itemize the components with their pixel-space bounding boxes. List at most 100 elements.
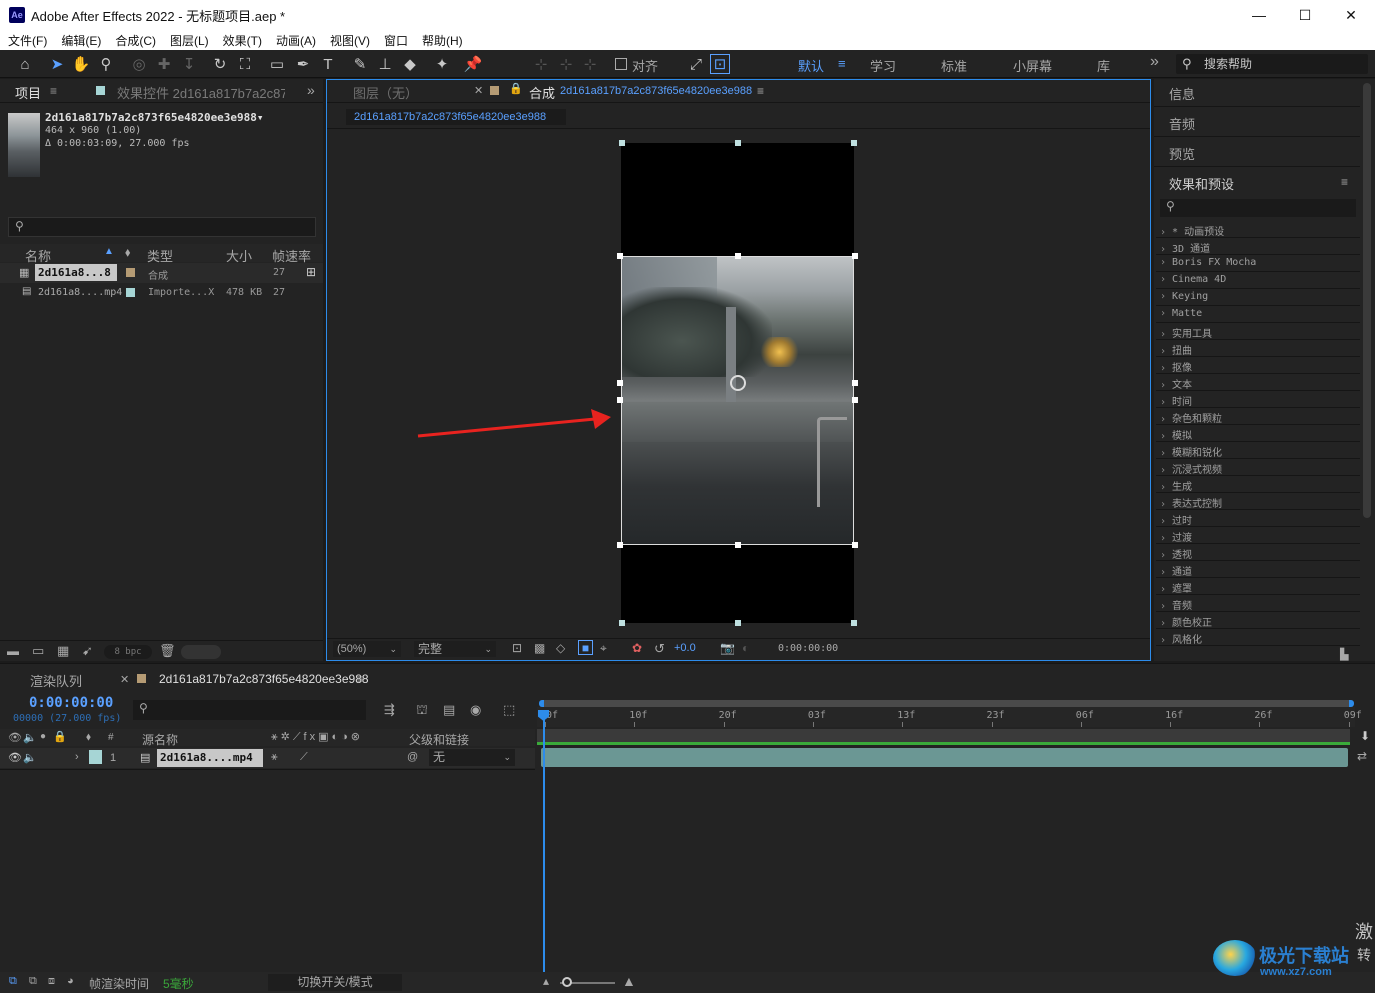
- video-toggle-icon[interactable]: 👁: [8, 731, 22, 744]
- bit-depth-button[interactable]: 8 bpc: [104, 645, 152, 659]
- effect-category-item[interactable]: Cinema 4D: [1160, 274, 1226, 285]
- layer-label-color[interactable]: [89, 750, 102, 764]
- channels-icon[interactable]: ✿: [632, 641, 642, 655]
- tab-comp-name[interactable]: 2d161a817b7a2c873f65e4820ee3e988: [560, 85, 752, 97]
- work-area[interactable]: [537, 729, 1350, 743]
- close-button[interactable]: ✕: [1328, 0, 1374, 30]
- anchor-tool-icon[interactable]: ⛶: [235, 54, 255, 74]
- comp-timecode[interactable]: 0:00:00:00: [778, 643, 838, 654]
- show-snapshot-icon[interactable]: ◐: [742, 641, 749, 655]
- panel-info[interactable]: 信息: [1169, 84, 1195, 103]
- audio-speaker-icon[interactable]: 🔈: [23, 751, 37, 764]
- pick-whip-icon[interactable]: @: [407, 751, 418, 763]
- work-area-bar[interactable]: [539, 700, 1354, 707]
- interpret-footage-icon[interactable]: ▬: [7, 644, 19, 658]
- new-folder-icon[interactable]: ▭: [32, 643, 44, 659]
- audio-toggle-icon[interactable]: 🔈: [23, 731, 37, 744]
- grid-guides-icon[interactable]: ⌖: [600, 641, 607, 656]
- tab-render-queue[interactable]: 渲染队列: [30, 671, 82, 690]
- workspace-standard[interactable]: 标准: [941, 56, 967, 75]
- brush-tool-icon[interactable]: ✎: [350, 54, 370, 74]
- effect-category-item[interactable]: Matte: [1160, 308, 1202, 319]
- panel-menu-icon[interactable]: ≡: [50, 84, 57, 98]
- tab-layer[interactable]: 图层（无）: [353, 83, 418, 102]
- handle[interactable]: [617, 397, 623, 403]
- effect-category-item[interactable]: 模拟: [1160, 427, 1192, 442]
- flowchart-icon[interactable]: ⊞: [306, 265, 316, 279]
- row-name[interactable]: 2d161a8....mp4: [38, 287, 122, 298]
- tab-project[interactable]: 项目: [15, 83, 41, 102]
- exposure-value[interactable]: +0.0: [674, 642, 696, 654]
- label-tag-icon[interactable]: ⬧: [125, 245, 130, 260]
- clone-stamp-icon[interactable]: ⊥: [375, 54, 395, 74]
- effect-category-item[interactable]: 模糊和锐化: [1160, 444, 1222, 459]
- solo-icon[interactable]: ●: [40, 731, 46, 742]
- handle[interactable]: [619, 140, 625, 146]
- effect-category-item[interactable]: 沉浸式视频: [1160, 461, 1222, 476]
- effect-category-item[interactable]: 遮罩: [1160, 580, 1192, 595]
- panel-preview[interactable]: 预览: [1169, 144, 1195, 163]
- menu-composition[interactable]: 合成(C): [115, 32, 156, 49]
- snapshot-icon[interactable]: 📷: [720, 641, 735, 655]
- shy-switch-icon[interactable]: ⚹: [271, 751, 278, 764]
- effect-category-item[interactable]: 实用工具: [1160, 325, 1212, 340]
- pen-tool-icon[interactable]: ✒: [293, 54, 313, 74]
- layer-duration-bar[interactable]: [541, 748, 1348, 767]
- current-time[interactable]: 0:00:00:00: [29, 695, 113, 711]
- handle[interactable]: [617, 542, 623, 548]
- lock-icon[interactable]: 🔒: [509, 82, 523, 95]
- in-out-icon[interactable]: ⧈: [48, 975, 55, 988]
- snap-features-icon[interactable]: ⊡: [710, 54, 730, 74]
- graph-editor-icon[interactable]: ⬚: [503, 702, 515, 718]
- effect-category-item[interactable]: 过时: [1160, 512, 1192, 527]
- timeline-search-input[interactable]: ⚲: [133, 700, 366, 720]
- menu-window[interactable]: 窗口: [384, 32, 408, 49]
- effect-category-item[interactable]: 杂色和颗粒: [1160, 410, 1222, 425]
- workspace-default[interactable]: 默认: [798, 56, 824, 75]
- rectangle-tool-icon[interactable]: ▭: [267, 54, 287, 74]
- zoom-in-icon[interactable]: ▲: [622, 973, 636, 989]
- menu-file[interactable]: 文件(F): [8, 32, 47, 49]
- panel-more-icon[interactable]: »: [307, 82, 315, 98]
- draft-3d-icon[interactable]: ⛫: [416, 702, 428, 720]
- workspace-menu-icon[interactable]: ≡: [838, 56, 846, 71]
- workspace-learn[interactable]: 学习: [870, 56, 896, 75]
- handle[interactable]: [852, 253, 858, 259]
- close-tab-icon[interactable]: ✕: [120, 673, 129, 686]
- toggle-switches-modes-button[interactable]: 切换开关/模式: [268, 974, 402, 991]
- selection-tool-icon[interactable]: ➤: [47, 54, 67, 74]
- effect-category-item[interactable]: Keying: [1160, 291, 1208, 302]
- transfer-controls-icon[interactable]: ⧉: [29, 975, 37, 988]
- effect-category-item[interactable]: Boris FX Mocha: [1160, 257, 1256, 268]
- handle[interactable]: [852, 380, 858, 386]
- zoom-out-icon[interactable]: ▴: [543, 974, 549, 988]
- close-tab-icon[interactable]: ✕: [474, 84, 483, 97]
- effect-category-item[interactable]: 文本: [1160, 376, 1192, 391]
- dependencies-icon[interactable]: ➹: [82, 643, 93, 659]
- project-search-input[interactable]: ⚲: [8, 217, 316, 237]
- shy-layers-icon[interactable]: ▤: [443, 702, 455, 718]
- effect-category-item[interactable]: 音频: [1160, 597, 1192, 612]
- effect-category-item[interactable]: 通道: [1160, 563, 1192, 578]
- mask-visibility-icon[interactable]: ◇: [556, 641, 565, 655]
- menu-layer[interactable]: 图层(L): [170, 32, 209, 49]
- row-label-color[interactable]: [126, 268, 135, 277]
- panel-menu-icon[interactable]: ≡: [757, 84, 764, 98]
- effect-category-item[interactable]: 过渡: [1160, 529, 1192, 544]
- resolution-select[interactable]: 完整 ⌄: [414, 641, 496, 657]
- panel-audio[interactable]: 音频: [1169, 114, 1195, 133]
- effect-category-item[interactable]: 扭曲: [1160, 342, 1192, 357]
- lock-column-icon[interactable]: 🔒: [53, 730, 67, 743]
- effect-category-item[interactable]: 时间: [1160, 393, 1192, 408]
- handle[interactable]: [735, 620, 741, 626]
- effect-category-item[interactable]: 颜色校正: [1160, 614, 1212, 629]
- menu-edit[interactable]: 编辑(E): [61, 32, 101, 49]
- new-bin-icon[interactable]: ▙: [1340, 648, 1348, 661]
- effect-category-item[interactable]: 3D 通道: [1160, 240, 1210, 255]
- comp-button-icon[interactable]: ⇄: [1357, 749, 1367, 763]
- zoom-slider-thumb[interactable]: [562, 977, 572, 987]
- handle[interactable]: [735, 253, 741, 259]
- project-item-name[interactable]: 2d161a817b7a2c873f65e4820ee3e988▾: [45, 111, 264, 124]
- axis-view-icon[interactable]: ⊹: [580, 54, 600, 74]
- handle[interactable]: [619, 620, 625, 626]
